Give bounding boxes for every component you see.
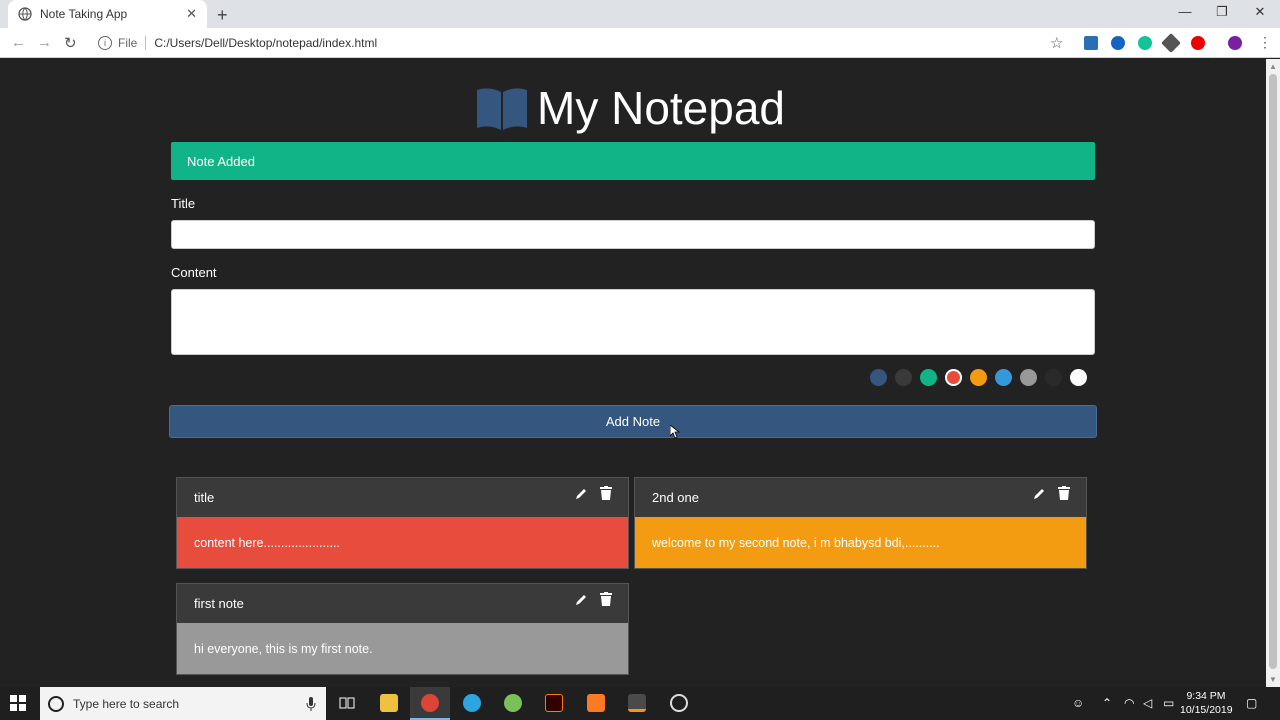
color-swatch[interactable] xyxy=(895,369,912,386)
file-explorer-icon[interactable] xyxy=(380,694,398,712)
pencil-icon[interactable] xyxy=(574,593,588,607)
title-input[interactable] xyxy=(171,220,1095,249)
chevron-up-icon[interactable]: ⌃ xyxy=(1102,696,1112,710)
url-text: C:/Users/Dell/Desktop/notepad/index.html xyxy=(154,36,378,50)
profile-avatar[interactable] xyxy=(1228,36,1242,50)
app-header: My Notepad xyxy=(475,81,785,135)
opera-icon[interactable] xyxy=(1191,36,1205,50)
network-icon[interactable]: ◠ xyxy=(1124,696,1134,710)
browser-tab-bar: Note Taking App ✕ + — ❐ ✕ xyxy=(0,0,1280,28)
note-card: title content here...................... xyxy=(176,477,629,569)
page-title: My Notepad xyxy=(537,82,786,134)
color-swatch[interactable] xyxy=(1045,369,1062,386)
taskbar-clock[interactable]: 9:34 PM 10/15/2019 xyxy=(1180,689,1233,717)
note-body: content here...................... xyxy=(177,517,628,568)
pencil-icon[interactable] xyxy=(574,487,588,501)
mouse-cursor-icon xyxy=(670,425,680,439)
search-placeholder: Type here to search xyxy=(73,696,180,711)
add-note-button[interactable]: Add Note xyxy=(169,405,1097,438)
note-header: first note xyxy=(177,584,628,623)
trash-icon[interactable] xyxy=(1058,486,1070,500)
title-label: Title xyxy=(171,196,196,211)
windows-taskbar: Type here to search ☺ ⌃ ◠ ◁ ▭ 9:34 PM 10… xyxy=(0,687,1280,720)
note-title: title xyxy=(194,490,215,505)
action-center-icon[interactable]: ▢ xyxy=(1246,696,1257,710)
note-content: hi everyone, this is my first note. xyxy=(194,641,373,656)
extension-icon-2[interactable] xyxy=(1111,36,1125,50)
restore-button[interactable]: ❐ xyxy=(1212,4,1232,20)
cortana-icon xyxy=(48,695,64,712)
note-body: welcome to my second note, i m bhabysd b… xyxy=(635,517,1086,568)
tab-close-icon[interactable]: ✕ xyxy=(186,6,197,22)
color-swatch[interactable] xyxy=(1020,369,1037,386)
volume-icon[interactable]: ◁ xyxy=(1143,696,1152,710)
color-swatch[interactable] xyxy=(945,369,962,386)
file-label: File xyxy=(118,36,138,50)
extension-icon-1[interactable] xyxy=(1084,36,1098,50)
pencil-icon[interactable] xyxy=(1032,487,1046,501)
content-textarea[interactable] xyxy=(171,289,1095,355)
telegram-icon[interactable] xyxy=(463,694,481,712)
trash-icon[interactable] xyxy=(600,486,612,500)
android-studio-icon[interactable] xyxy=(504,694,522,712)
page-viewport: My Notepad Note Added Title Content Add … xyxy=(0,59,1266,687)
back-button[interactable]: ← xyxy=(11,34,26,51)
browser-tab[interactable]: Note Taking App ✕ xyxy=(8,0,207,28)
xampp-icon[interactable] xyxy=(587,694,605,712)
globe-icon xyxy=(18,7,32,21)
windows-start-icon[interactable] xyxy=(10,695,26,711)
clock-time: 9:34 PM xyxy=(1186,690,1226,702)
note-card: first note hi everyone, this is my first… xyxy=(176,583,629,675)
grammarly-icon[interactable] xyxy=(1138,36,1152,50)
note-title: 2nd one xyxy=(652,490,699,505)
note-header: title xyxy=(177,478,628,517)
scroll-down-icon[interactable]: ▼ xyxy=(1269,675,1277,684)
content-label: Content xyxy=(171,265,217,280)
sublime-text-icon[interactable] xyxy=(628,694,646,712)
scrollbar-thumb[interactable] xyxy=(1269,74,1277,669)
color-swatch[interactable] xyxy=(995,369,1012,386)
color-swatch[interactable] xyxy=(920,369,937,386)
bookmark-star-icon[interactable]: ☆ xyxy=(1050,34,1063,52)
browser-toolbar: ← → ↻ i File C:/Users/Dell/Desktop/notep… xyxy=(0,28,1280,58)
minimize-button[interactable]: — xyxy=(1175,4,1195,19)
extension-icon-4[interactable] xyxy=(1161,33,1181,53)
add-note-label: Add Note xyxy=(605,414,661,429)
taskbar-search[interactable]: Type here to search xyxy=(40,687,326,720)
task-view-icon[interactable] xyxy=(338,694,356,712)
note-card: 2nd one welcome to my second note, i m b… xyxy=(634,477,1087,569)
page-scrollbar[interactable]: ▲ ▼ xyxy=(1266,59,1280,687)
reload-button[interactable]: ↻ xyxy=(64,34,77,52)
trash-icon[interactable] xyxy=(600,592,612,606)
book-icon xyxy=(477,88,527,130)
success-alert: Note Added xyxy=(171,142,1095,180)
alert-text: Note Added xyxy=(187,153,255,169)
note-title: first note xyxy=(194,596,244,611)
new-tab-button[interactable]: + xyxy=(217,5,228,26)
tab-title: Note Taking App xyxy=(40,7,128,21)
forward-button[interactable]: → xyxy=(37,34,52,51)
note-content: content here...................... xyxy=(194,535,340,550)
close-window-button[interactable]: ✕ xyxy=(1250,4,1270,20)
illustrator-icon[interactable] xyxy=(545,694,563,712)
microphone-icon[interactable] xyxy=(306,696,316,711)
chrome-icon[interactable] xyxy=(421,694,439,712)
address-divider xyxy=(145,36,147,50)
note-content: welcome to my second note, i m bhabysd b… xyxy=(652,535,940,550)
color-swatch[interactable] xyxy=(870,369,887,386)
note-body: hi everyone, this is my first note. xyxy=(177,623,628,674)
note-header: 2nd one xyxy=(635,478,1086,517)
browser-menu-icon[interactable]: ⋮ xyxy=(1258,34,1272,51)
clock-date: 10/15/2019 xyxy=(1180,704,1233,716)
color-swatch[interactable] xyxy=(970,369,987,386)
info-icon[interactable]: i xyxy=(98,36,112,50)
scroll-up-icon[interactable]: ▲ xyxy=(1269,62,1277,71)
battery-icon[interactable]: ▭ xyxy=(1163,696,1174,710)
obs-icon[interactable] xyxy=(670,694,688,712)
people-icon[interactable]: ☺ xyxy=(1072,696,1084,710)
color-swatch[interactable] xyxy=(1070,369,1087,386)
address-bar[interactable]: i File C:/Users/Dell/Desktop/notepad/ind… xyxy=(90,31,1075,55)
